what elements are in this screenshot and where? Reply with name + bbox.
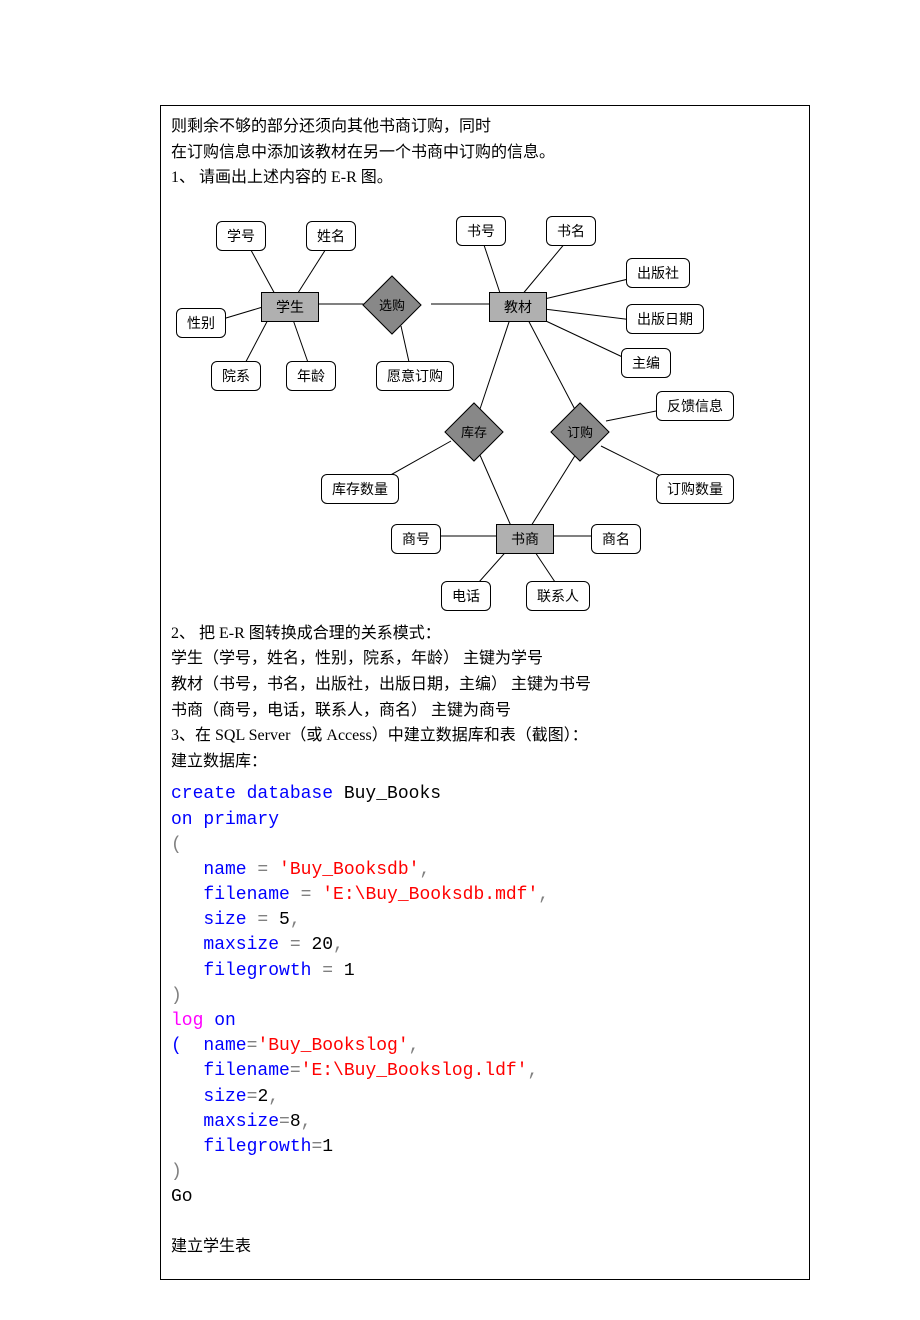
attr-supid: 商号 <box>391 524 441 554</box>
kw-filegrowth-2: filegrowth <box>171 1137 311 1157</box>
attr-tel: 电话 <box>441 581 491 611</box>
attr-sid: 学号 <box>216 221 266 251</box>
sql-code-block: create database Buy_Books on primary ( n… <box>171 782 799 1210</box>
kw-on-2: on <box>203 1011 235 1031</box>
attr-stockqty: 库存数量 <box>321 474 399 504</box>
question-2-title: 2、 把 E-R 图转换成合理的关系模式： <box>171 621 799 647</box>
attr-bname: 书名 <box>546 216 596 246</box>
entity-supplier: 书商 <box>496 524 554 554</box>
attr-gender: 性别 <box>176 308 226 338</box>
kw-size-1: size <box>171 910 257 930</box>
attr-contact: 联系人 <box>526 581 590 611</box>
attr-supname: 商名 <box>591 524 641 554</box>
er-diagram: 学号 姓名 性别 院系 年龄 学生 选购 愿意订购 教材 书号 书名 出版社 出… <box>171 196 791 616</box>
attr-dept: 院系 <box>211 361 261 391</box>
kw-name-2: ( name <box>171 1036 247 1056</box>
val-size-1: 5 <box>268 910 290 930</box>
val-maxsize-2: 8 <box>290 1112 301 1132</box>
q3-subtitle: 建立数据库： <box>171 749 799 775</box>
kw-primary: primary <box>193 810 279 830</box>
rel-order: 订购 <box>559 411 601 453</box>
attr-feedback: 反馈信息 <box>656 391 734 421</box>
q2-line-2: 教材（书号，书名，出版社，出版日期，主编） 主键为书号 <box>171 672 799 698</box>
val-filegrowth-2: 1 <box>322 1137 333 1157</box>
paren-close-1: ) <box>171 986 182 1006</box>
attr-editor: 主编 <box>621 348 671 378</box>
intro-line-1: 则剩余不够的部分还须向其他书商订购，同时 <box>171 114 799 140</box>
q3-footer: 建立学生表 <box>171 1234 799 1260</box>
question-1: 1、 请画出上述内容的 E-R 图。 <box>171 165 799 191</box>
kw-database: database <box>236 784 333 804</box>
kw-filename-1: filename <box>171 885 301 905</box>
attr-bid: 书号 <box>456 216 506 246</box>
kw-maxsize-1: maxsize <box>171 935 290 955</box>
kw-go: Go <box>171 1187 193 1207</box>
attr-age: 年龄 <box>286 361 336 391</box>
val-filegrowth-1: 1 <box>333 961 355 981</box>
attr-sname: 姓名 <box>306 221 356 251</box>
kw-filegrowth-1: filegrowth <box>171 961 322 981</box>
rel-select: 选购 <box>371 284 413 326</box>
question-3-title: 3、在 SQL Server（或 Access）中建立数据库和表（截图）： <box>171 723 799 749</box>
paren-close-2: ) <box>171 1162 182 1182</box>
db-name: Buy_Books <box>333 784 441 804</box>
val-filename-2: 'E:\Buy_Bookslog.ldf' <box>301 1061 528 1081</box>
entity-textbook: 教材 <box>489 292 547 322</box>
val-size-2: 2 <box>257 1087 268 1107</box>
paren-open-1: ( <box>171 835 182 855</box>
q2-line-3: 书商（商号，电话，联系人，商名） 主键为商号 <box>171 698 799 724</box>
val-name-1: 'Buy_Booksdb' <box>268 860 419 880</box>
rel-stock: 库存 <box>453 411 495 453</box>
kw-maxsize-2: maxsize <box>171 1112 279 1132</box>
val-name-2: 'Buy_Bookslog' <box>257 1036 408 1056</box>
kw-log: log <box>171 1011 203 1031</box>
page: 则剩余不够的部分还须向其他书商订购，同时 在订购信息中添加该教材在另一个书商中订… <box>0 0 920 1320</box>
kw-create: create <box>171 784 236 804</box>
q2-line-1: 学生（学号，姓名，性别，院系，年龄） 主键为学号 <box>171 646 799 672</box>
val-filename-1: 'E:\Buy_Booksdb.mdf' <box>311 885 538 905</box>
val-maxsize-1: 20 <box>301 935 333 955</box>
content-box: 则剩余不够的部分还须向其他书商订购，同时 在订购信息中添加该教材在另一个书商中订… <box>160 105 810 1280</box>
kw-filename-2: filename <box>171 1061 290 1081</box>
attr-willorder: 愿意订购 <box>376 361 454 391</box>
kw-name-1: name <box>171 860 257 880</box>
attr-pubdate: 出版日期 <box>626 304 704 334</box>
kw-on: on <box>171 810 193 830</box>
kw-size-2: size <box>171 1087 247 1107</box>
entity-student: 学生 <box>261 292 319 322</box>
intro-line-2: 在订购信息中添加该教材在另一个书商中订购的信息。 <box>171 140 799 166</box>
attr-press: 出版社 <box>626 258 690 288</box>
attr-orderqty: 订购数量 <box>656 474 734 504</box>
